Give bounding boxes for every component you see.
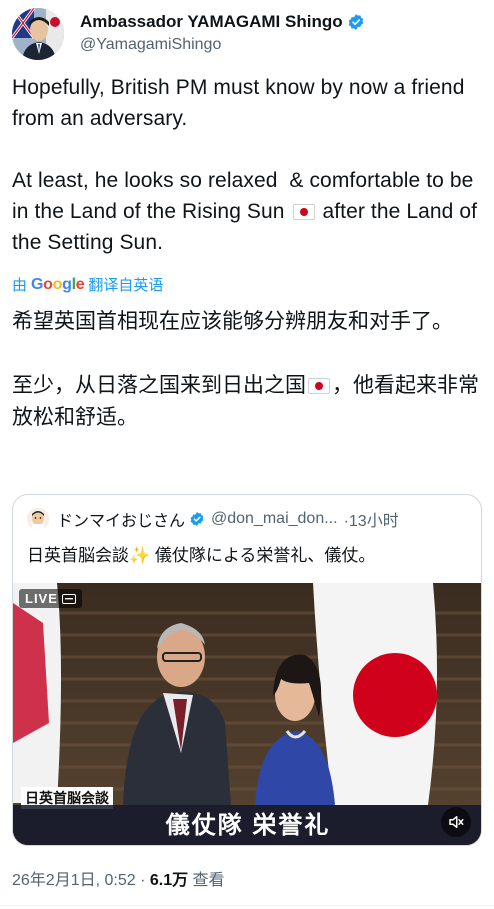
tweet-header: Ambassador YAMAGAMI Shingo @YamagamiShin…	[12, 8, 482, 62]
author-avatar[interactable]	[12, 8, 64, 60]
mute-button[interactable]	[441, 807, 471, 837]
view-count-label: 查看	[188, 872, 225, 889]
live-label: LIVE	[25, 591, 58, 606]
quoted-tweet[interactable]: ドンマイおじさん @don_mai_don... ·13小时 日英首脳会談✨ 儀…	[12, 494, 482, 846]
tweet-metadata: 26年2月1日, 0:52 · 6.1万 查看	[12, 866, 225, 890]
author-handle[interactable]: @YamagamiShingo	[80, 36, 221, 54]
translation-attribution[interactable]: 由 Google 翻译自英语	[12, 274, 163, 295]
author-display-name[interactable]: Ambassador YAMAGAMI Shingo	[80, 12, 365, 32]
quoted-author-avatar[interactable]	[27, 508, 49, 530]
japan-flag-icon	[292, 204, 315, 220]
google-logo: Google	[31, 275, 85, 293]
verified-badge-icon	[190, 512, 204, 526]
quoted-video-player[interactable]: LIVE 日英首脳会談 儀仗隊 栄誉礼	[13, 583, 481, 845]
video-caption-big: 儀仗隊 栄誉礼	[13, 805, 481, 845]
speaker-muted-icon	[449, 816, 464, 828]
translated-text: 希望英国首相现在应该能够分辨朋友和对手了。 至少，从日落之国来到日出之国 ，他看起…	[12, 306, 482, 434]
quoted-tweet-text: 日英首脳会談✨ 儀仗隊による栄誉礼、儀仗。	[27, 541, 375, 566]
quoted-author-name[interactable]: ドンマイおじさん	[57, 507, 185, 531]
live-badge: LIVE	[19, 589, 82, 608]
tweet-timestamp[interactable]: 26年2月1日, 0:52 ·	[12, 872, 150, 889]
quoted-tweet-header: ドンマイおじさん @don_mai_don... ·13小时	[27, 507, 399, 531]
translate-suffix: 翻译自英语	[88, 277, 164, 294]
sparkles-icon: ✨	[129, 546, 151, 565]
verified-badge-icon	[348, 14, 363, 30]
caption-icon	[61, 593, 76, 604]
quoted-author-handle[interactable]: @don_mai_don...	[211, 510, 338, 528]
japan-flag-icon	[308, 378, 330, 394]
divider	[0, 905, 494, 906]
translate-prefix: 由	[12, 277, 28, 294]
view-count: 6.1万	[149, 872, 189, 889]
tweet-body: Hopefully, British PM must know by now a…	[12, 72, 482, 258]
quoted-timestamp[interactable]: ·13小时	[344, 507, 399, 531]
quoted-text-part-1: 日英首脳会談	[27, 546, 129, 565]
quoted-text-part-2: 儀仗隊による栄誉礼、儀仗。	[150, 546, 376, 565]
author-name-text[interactable]: Ambassador YAMAGAMI Shingo	[80, 12, 343, 32]
